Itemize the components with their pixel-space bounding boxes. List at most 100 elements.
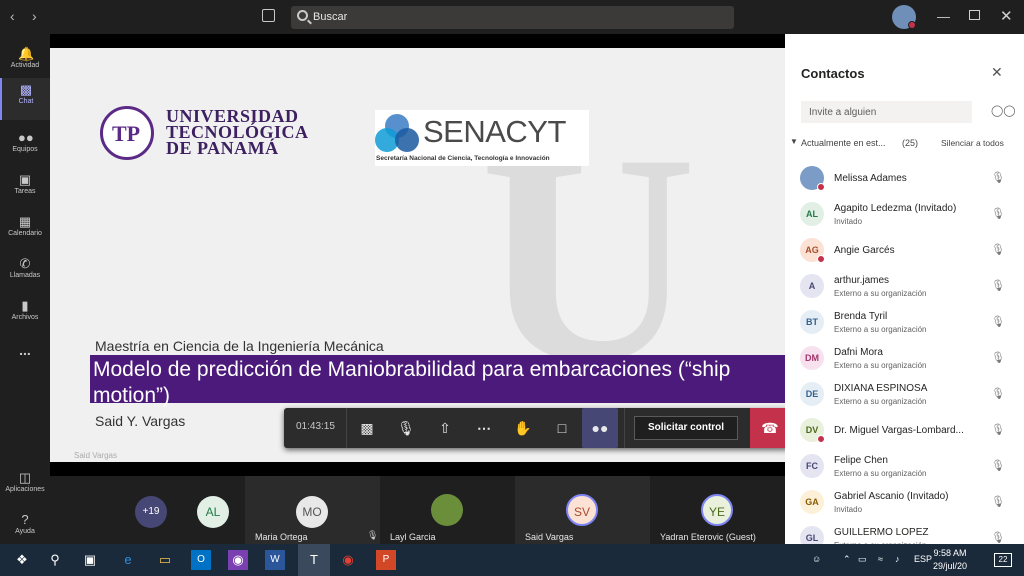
hang-up-button[interactable]: ☎ xyxy=(750,408,790,448)
participant-row[interactable]: DV Dr. Miguel Vargas-Lombard... 🎙 xyxy=(785,412,1024,448)
share-screen-icon[interactable]: ⇧ xyxy=(433,416,457,440)
more-options-icon[interactable]: ⋯ xyxy=(472,416,496,440)
participant-row[interactable]: GLGUILLERMO LOPEZExterno a su organizaci… xyxy=(785,520,1024,544)
mic-off-icon[interactable]: 🎙 xyxy=(394,416,418,440)
avatar[interactable] xyxy=(892,5,916,29)
maximize-icon[interactable] xyxy=(969,10,980,20)
notification-count-badge[interactable]: 22 xyxy=(994,553,1012,567)
participant-row[interactable]: AG Angie Garcés 🎙 xyxy=(785,232,1024,268)
close-icon[interactable]: ✕ xyxy=(1000,7,1013,25)
invite-input[interactable] xyxy=(801,101,972,123)
rail-item-apps[interactable]: ◫ Aplicaciones xyxy=(0,466,50,508)
rail-item-assignments[interactable]: ▣ Tareas xyxy=(0,168,50,210)
people-icon[interactable]: ☺ xyxy=(812,554,821,564)
chat-icon[interactable]: □ xyxy=(550,416,574,440)
powerpoint-icon[interactable]: P xyxy=(376,550,396,570)
mic-off-icon[interactable]: 🎙 xyxy=(991,207,1005,220)
bell-icon: 🔔 xyxy=(18,46,35,61)
mic-off-icon[interactable]: 🎙 xyxy=(991,243,1005,256)
mic-off-icon[interactable]: 🎙 xyxy=(991,459,1005,472)
file-explorer-icon[interactable]: ▭ xyxy=(155,550,175,570)
word-icon[interactable]: W xyxy=(265,550,285,570)
participant-name: Layl Garcia xyxy=(390,532,436,542)
apps-icon: ◫ xyxy=(18,470,32,485)
search-input[interactable]: Buscar xyxy=(291,6,734,29)
camera-off-icon[interactable]: ▩ xyxy=(355,416,379,440)
windows-start-icon[interactable]: ❖ xyxy=(12,550,32,570)
chrome-icon[interactable]: ◉ xyxy=(338,550,358,570)
section-header[interactable]: ▼ Actualmente en est... (25) Silenciar a… xyxy=(790,137,1020,151)
mic-off-icon[interactable]: 🎙 xyxy=(991,351,1005,364)
participant-row[interactable]: Aarthur.james Externo a su organización 🎙 xyxy=(785,268,1024,304)
status-busy-icon xyxy=(817,183,825,191)
request-control-button[interactable]: Solicitar control xyxy=(634,416,738,440)
participants-icon[interactable]: ●● xyxy=(582,408,618,448)
participant-tile[interactable]: +19 AL xyxy=(50,476,245,544)
avatar: FC xyxy=(800,454,824,478)
rail-item-chat[interactable]: ▩ Chat xyxy=(0,78,50,120)
teams-icon[interactable]: T xyxy=(298,544,330,576)
avatar: GA xyxy=(800,490,824,514)
avatar: MO xyxy=(296,496,328,528)
meeting-timer: 01:43:15 xyxy=(296,421,335,432)
participant-tile[interactable]: MO Maria Ortega 🎙 xyxy=(245,476,380,544)
participant-row[interactable]: DE DIXIANA ESPINOSA Externo a su organizac… xyxy=(785,376,1024,412)
participant-name: Felipe Chen xyxy=(834,455,888,466)
clock[interactable]: 9:58 AM 29/jul/20 xyxy=(930,547,970,573)
participant-row[interactable]: Melissa Adames 🎙 xyxy=(785,160,1024,196)
rail-item-files[interactable]: ▮ Archivos xyxy=(0,294,50,336)
participant-row[interactable]: AL Agapito Ledezma (Invitado) Invitado 🎙 xyxy=(785,196,1024,232)
avatar: YE xyxy=(701,494,733,526)
mic-off-icon[interactable]: 🎙 xyxy=(991,279,1005,292)
chevron-left-icon[interactable]: ‹ xyxy=(10,8,15,24)
rail-item-label: Aplicaciones xyxy=(5,486,45,493)
calendar-icon: ▦ xyxy=(18,214,32,229)
rail-item-calendar[interactable]: ▦ Calendario xyxy=(0,210,50,252)
rail-item-teams[interactable]: ●● Equipos xyxy=(0,126,50,168)
mute-all-button[interactable]: Silenciar a todos xyxy=(941,138,1004,148)
avatar: DE xyxy=(800,382,824,406)
battery-icon[interactable]: ▭ xyxy=(858,554,867,565)
compose-icon[interactable] xyxy=(262,9,275,22)
rail-item-calls[interactable]: ✆ Llamadas xyxy=(0,252,50,294)
wifi-icon[interactable]: ≈ xyxy=(878,554,883,564)
participant-row[interactable]: GA Gabriel Ascanio (Invitado) Invitado 🎙 xyxy=(785,484,1024,520)
volume-icon[interactable]: ♪ xyxy=(895,554,900,564)
close-icon[interactable]: ✕ xyxy=(991,64,1003,81)
rail-item-label: Calendario xyxy=(8,230,42,237)
search-placeholder: Buscar xyxy=(313,11,348,23)
participant-name: Said Vargas xyxy=(525,532,574,542)
rail-item-label: Chat xyxy=(18,98,34,105)
shared-slide: U TP UNIVERSIDAD TECNOLÓGICA DE PANAMÁ S… xyxy=(50,48,785,462)
edge-icon[interactable]: e xyxy=(118,550,138,570)
app-icon[interactable]: ◉ xyxy=(228,550,248,570)
mic-off-icon[interactable]: 🎙 xyxy=(991,387,1005,400)
mic-off-icon[interactable]: 🎙 xyxy=(991,495,1005,508)
task-view-icon[interactable]: ▣ xyxy=(80,550,100,570)
link-icon[interactable]: ◯◯ xyxy=(991,104,1016,117)
participant-row[interactable]: FC Felipe Chen Externo a su organización 🎙 xyxy=(785,448,1024,484)
participant-tile[interactable]: SV Said Vargas xyxy=(515,476,650,544)
rail-item-label: Actividad xyxy=(10,62,40,69)
mic-off-icon[interactable]: 🎙 xyxy=(991,531,1005,544)
minimize-icon[interactable]: — xyxy=(937,9,950,24)
participant-name: Maria Ortega xyxy=(255,532,308,542)
overflow-count-badge[interactable]: +19 xyxy=(135,496,167,528)
section-label: Actualmente en est... xyxy=(801,138,886,148)
mic-off-icon[interactable]: 🎙 xyxy=(991,423,1005,436)
raise-hand-icon[interactable]: ✋ xyxy=(511,416,535,440)
participant-tile[interactable]: YE Yadran Eterovic (Guest) xyxy=(650,476,785,544)
rail-item-label: Equipos xyxy=(12,146,38,153)
mic-off-icon[interactable]: 🎙 xyxy=(991,171,1005,184)
chevron-down-icon: ▼ xyxy=(790,137,798,146)
search-icon[interactable]: ⚲ xyxy=(45,550,65,570)
chevron-up-icon[interactable]: ⌃ xyxy=(843,554,851,565)
outlook-icon[interactable]: O xyxy=(191,550,211,570)
chevron-right-icon[interactable]: › xyxy=(32,8,37,24)
participant-row[interactable]: BT Brenda Tyril Externo a su organización 🎙 xyxy=(785,304,1024,340)
participant-tile[interactable]: Layl Garcia xyxy=(380,476,515,544)
mic-off-icon[interactable]: 🎙 xyxy=(991,315,1005,328)
univ-line-3: DE PANAMÁ xyxy=(166,138,279,158)
participant-row[interactable]: DM Dafni Mora Externo a su organización 🎙 xyxy=(785,340,1024,376)
more-apps-button[interactable]: ... xyxy=(0,342,50,384)
